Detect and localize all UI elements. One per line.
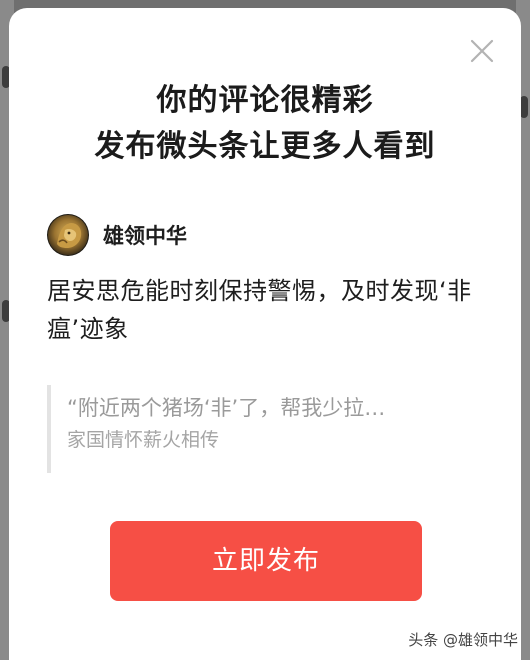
author-name: 雄领中华	[103, 224, 187, 248]
publish-now-button[interactable]: 立即发布	[110, 521, 422, 601]
close-button[interactable]	[469, 38, 495, 64]
avatar[interactable]	[47, 214, 89, 256]
lion-avatar-icon	[47, 214, 89, 256]
publish-modal: 你的评论很精彩 发布微头条让更多人看到 雄领中华 居安思危能时刻保持警惕，及时发…	[9, 8, 521, 660]
comment-author: 雄领中华	[47, 214, 187, 256]
watermark: 头条 @雄领中华	[408, 631, 518, 649]
modal-headline: 你的评论很精彩 发布微头条让更多人看到	[9, 78, 521, 170]
background-mark	[520, 96, 528, 118]
comment-text: 居安思危能时刻保持警惕，及时发现‘非瘟’迹象	[47, 277, 472, 343]
headline-line-2: 发布微头条让更多人看到	[94, 129, 436, 164]
quoted-post-source: 家国情怀薪火相传	[67, 429, 220, 451]
quoted-post: “附近两个猪场‘非’了，帮我少拉… 家国情怀薪火相传	[47, 385, 487, 473]
quoted-post-text: “附近两个猪场‘非’了，帮我少拉…	[67, 396, 386, 420]
headline-line-1: 你的评论很精彩	[156, 83, 374, 118]
close-icon	[470, 39, 494, 63]
